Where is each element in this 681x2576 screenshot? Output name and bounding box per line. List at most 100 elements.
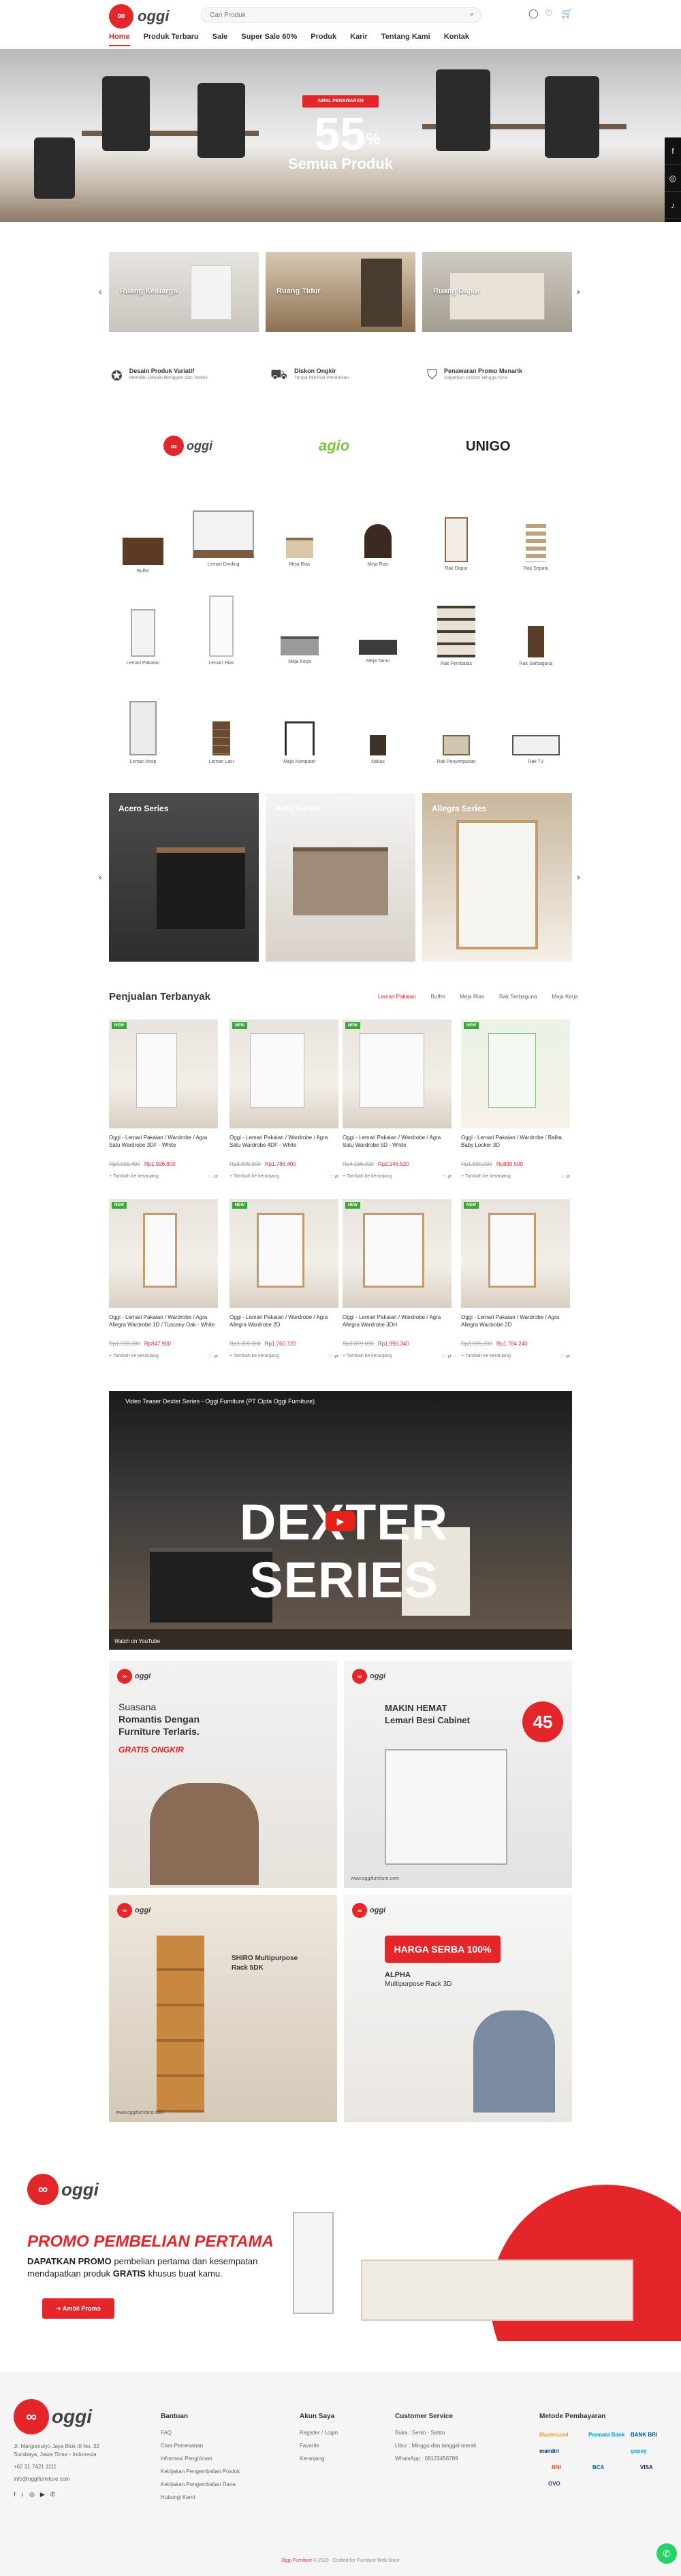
product-image[interactable]: NEW	[461, 1199, 570, 1308]
footer-link[interactable]: Informasi Pengiriman	[161, 2456, 240, 2462]
footer-link[interactable]: Register / Login	[300, 2430, 338, 2436]
add-to-cart-button[interactable]: + Tambah ke keranjang	[109, 1174, 159, 1179]
play-icon[interactable]: ▶	[326, 1511, 355, 1531]
product-image[interactable]: NEW	[109, 1199, 218, 1308]
brand-logo-unigo[interactable]: UNIGO	[466, 439, 511, 455]
whatsapp-icon[interactable]: ✆	[50, 2491, 56, 2498]
tab-buffet[interactable]: Buffet	[431, 994, 445, 1000]
category-item[interactable]: Rak Penyimpanan	[422, 735, 490, 764]
heart-icon[interactable]: ♡ ⇄	[208, 1174, 218, 1179]
product-image[interactable]: NEW	[343, 1020, 452, 1128]
tab-rak-serbaguna[interactable]: Rak Serbaguna	[499, 994, 537, 1000]
category-item[interactable]: Meja Tamu	[344, 640, 412, 664]
product-card[interactable]: NEW Oggi - Lemari Pakaian / Wardrobe / A…	[109, 1199, 218, 1359]
category-item[interactable]: Rak TV	[502, 735, 570, 764]
nav-career[interactable]: Karir	[350, 33, 368, 46]
product-name[interactable]: Oggi - Lemari Pakaian / Wardrobe / Agra …	[461, 1314, 570, 1337]
user-icon[interactable]: ◯	[528, 8, 539, 19]
footer-link[interactable]: Cara Pemesanan	[161, 2443, 240, 2449]
nav-home[interactable]: Home	[109, 33, 130, 46]
search-icon[interactable]: ⌕	[470, 10, 474, 19]
promo-banner[interactable]: ∞ oggi HARGA SERBA 100% ALPHA Multipurpos…	[344, 1895, 572, 2122]
series-card[interactable]: Aldo Series	[266, 793, 415, 962]
add-to-cart-button[interactable]: + Tambah ke keranjang	[229, 1354, 279, 1359]
youtube-icon[interactable]: ▶	[665, 219, 681, 222]
tab-lemari-pakaian[interactable]: Lemari Pakaian	[378, 994, 416, 1000]
footer-link[interactable]: Keranjang	[300, 2456, 338, 2462]
video-player[interactable]: Video Teaser Dexter Series - Oggi Furnit…	[109, 1391, 572, 1650]
room-card[interactable]: Ruang Keluarga	[109, 252, 259, 332]
cart-icon[interactable]: 🛒	[561, 8, 572, 19]
add-to-cart-button[interactable]: + Tambah ke keranjang	[109, 1354, 159, 1359]
product-name[interactable]: Oggi - Lemari Pakaian / Wardrobe / Agra …	[109, 1314, 218, 1337]
product-card[interactable]: NEW Oggi - Lemari Pakaian / Wardrobe / A…	[343, 1020, 452, 1179]
category-item[interactable]: Lemari Arsip	[109, 701, 177, 764]
search-bar[interactable]: ⌕	[201, 7, 481, 22]
category-item[interactable]: Lemari Laci	[187, 721, 255, 764]
product-card[interactable]: NEW Oggi - Lemari Pakaian / Wardrobe / A…	[229, 1020, 338, 1179]
watch-on-youtube-link[interactable]: Watch on YouTube	[114, 1638, 160, 1644]
whatsapp-chat-icon[interactable]: ✆	[656, 2543, 677, 2564]
heart-icon[interactable]: ♡ ⇄	[329, 1174, 338, 1179]
heart-icon[interactable]: ♡	[545, 8, 553, 19]
footer-link[interactable]: Hubungi Kami	[161, 2494, 240, 2500]
instagram-icon[interactable]: ◎	[665, 165, 681, 192]
footer-logo[interactable]: ∞ oggi	[14, 2399, 92, 2434]
promo-banner[interactable]: ∞ oggi MAKIN HEMAT Lemari Besi Cabinet 45…	[344, 1661, 572, 1888]
product-image[interactable]: NEW	[109, 1020, 218, 1128]
add-to-cart-button[interactable]: + Tambah ke keranjang	[229, 1174, 279, 1179]
category-item[interactable]: Rak Pembatas	[422, 606, 490, 666]
footer-text[interactable]: WhatsApp : 08123456789	[395, 2456, 477, 2462]
nav-about[interactable]: Tentang Kami	[381, 33, 430, 46]
footer-link[interactable]: Favorite	[300, 2443, 338, 2449]
product-name[interactable]: Oggi - Lemari Pakaian / Wardrobe / Agra …	[229, 1134, 338, 1157]
video-title[interactable]: Video Teaser Dexter Series - Oggi Furnit…	[125, 1398, 315, 1405]
nav-super-sale[interactable]: Super Sale 60%	[241, 33, 297, 46]
product-card[interactable]: NEW Oggi - Lemari Pakaian / Wardrobe / A…	[229, 1199, 338, 1359]
category-item[interactable]: Meja Kerja	[266, 636, 334, 664]
category-item[interactable]: Meja Rias	[344, 524, 412, 567]
brand-logo-oggi[interactable]: ∞ oggi	[163, 436, 212, 456]
promo-banner[interactable]: ∞ oggi SHIRO Multipurpose Rack 5DK www.og…	[109, 1895, 337, 2122]
facebook-icon[interactable]: f	[665, 137, 681, 165]
category-item[interactable]: Rak Serbaguna	[502, 626, 570, 666]
product-card[interactable]: NEW Oggi - Lemari Pakaian / Wardrobe / A…	[343, 1199, 452, 1359]
chevron-left-icon[interactable]: ‹	[99, 286, 102, 297]
heart-icon[interactable]: ♡ ⇄	[329, 1354, 338, 1359]
footer-link[interactable]: Kebijakan Pengembalian Dana	[161, 2481, 240, 2488]
add-to-cart-button[interactable]: + Tambah ke keranjang	[461, 1174, 511, 1179]
heart-icon[interactable]: ♡ ⇄	[442, 1354, 452, 1359]
category-item[interactable]: Lemari Hias	[187, 596, 255, 666]
category-item[interactable]: Nakas	[344, 735, 412, 764]
product-image[interactable]: NEW	[461, 1020, 570, 1128]
room-card[interactable]: Ruang Dapur	[422, 252, 572, 332]
product-name[interactable]: Oggi - Lemari Pakaian / Wardrobe / Agra …	[343, 1134, 452, 1157]
product-image[interactable]: NEW	[229, 1199, 338, 1308]
category-item[interactable]: Meja Komputer	[266, 721, 334, 764]
claim-promo-button[interactable]: ➔ Ambil Promo	[42, 2298, 114, 2319]
nav-new-products[interactable]: Produk Terbaru	[144, 33, 199, 46]
nav-sale[interactable]: Sale	[212, 33, 228, 46]
room-card[interactable]: Ruang Tidur	[266, 252, 415, 332]
category-item[interactable]: Buffet	[109, 524, 177, 574]
tiktok-icon[interactable]: ♪	[665, 192, 681, 219]
product-name[interactable]: Oggi - Lemari Pakaian / Wardrobe / Agra …	[343, 1314, 452, 1337]
category-item[interactable]: Lemari Dinding	[189, 510, 257, 567]
tab-meja-rias[interactable]: Meja Rias	[460, 994, 484, 1000]
add-to-cart-button[interactable]: + Tambah ke keranjang	[461, 1354, 511, 1359]
category-item[interactable]: Lemari Pakaian	[109, 609, 177, 666]
product-card[interactable]: NEW Oggi - Lemari Pakaian / Wardrobe / A…	[109, 1020, 218, 1179]
tab-meja-kerja[interactable]: Meja Kerja	[552, 994, 578, 1000]
instagram-icon[interactable]: ◎	[29, 2491, 35, 2498]
nav-contact[interactable]: Kontak	[444, 33, 469, 46]
footer-link[interactable]: FAQ	[161, 2430, 240, 2436]
chevron-left-icon[interactable]: ‹	[99, 871, 102, 882]
chevron-right-icon[interactable]: ›	[577, 871, 580, 882]
copyright-brand[interactable]: Oggi Furniture	[281, 2558, 312, 2563]
product-name[interactable]: Oggi - Lemari Pakaian / Wardrobe / Balit…	[461, 1134, 570, 1157]
brand-logo-agio[interactable]: agio	[319, 437, 349, 455]
phone-number[interactable]: +62 31 7421 1111	[14, 2463, 116, 2471]
product-name[interactable]: Oggi - Lemari Pakaian / Wardrobe / Agra …	[109, 1134, 218, 1157]
tiktok-icon[interactable]: ♪	[21, 2491, 25, 2498]
chevron-right-icon[interactable]: ›	[577, 286, 580, 297]
